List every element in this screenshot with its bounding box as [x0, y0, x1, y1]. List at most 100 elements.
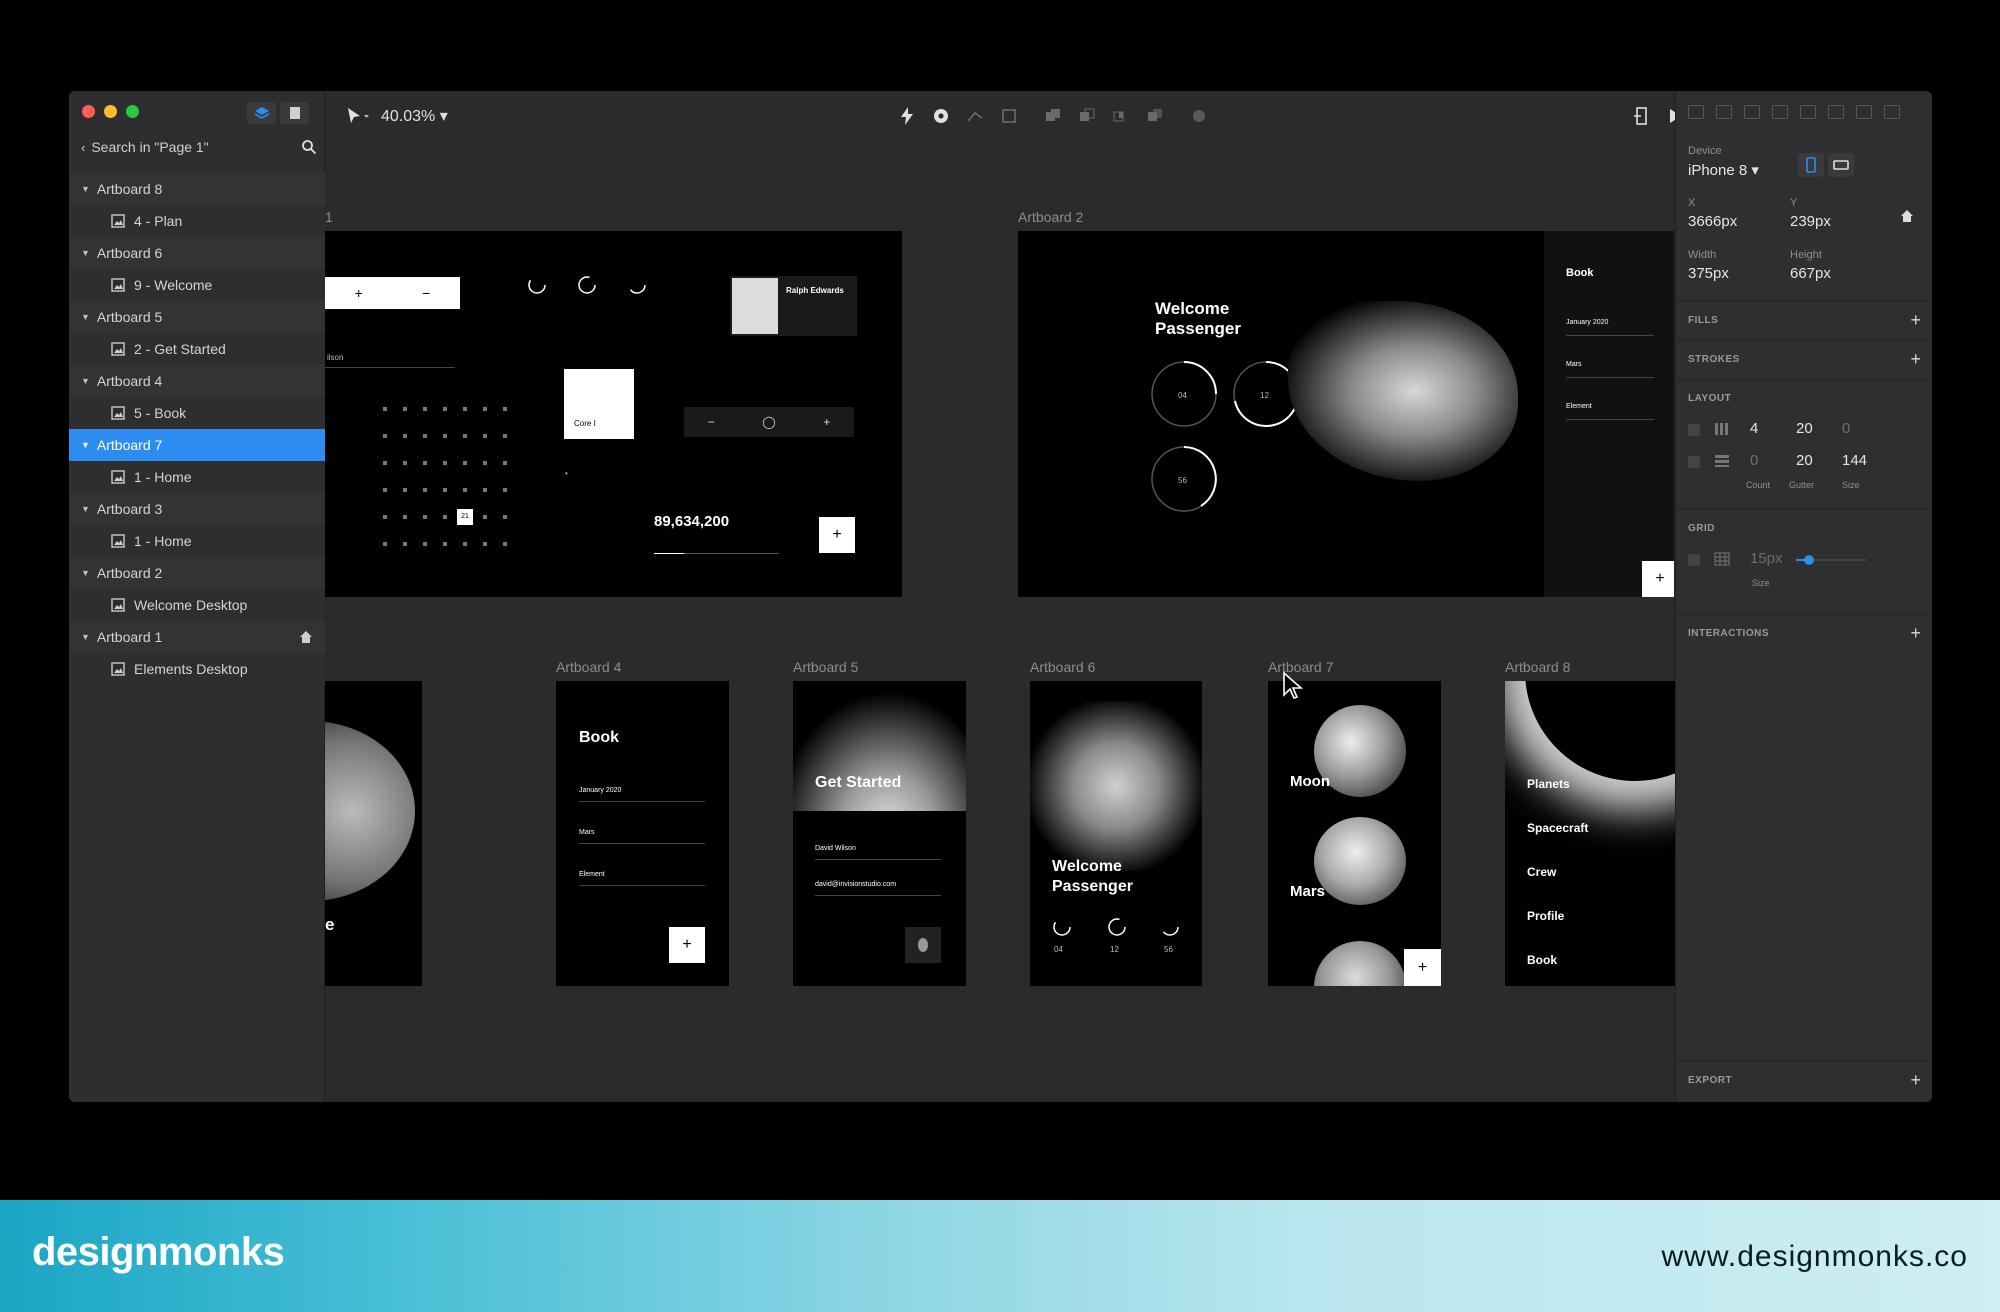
back-chevron-icon[interactable]: ‹ [81, 140, 85, 155]
home-artboard-icon[interactable] [1900, 209, 1914, 223]
add-stroke-button[interactable]: + [1910, 349, 1921, 370]
rows-checkbox[interactable] [1688, 456, 1700, 468]
distribute-vertical-icon[interactable] [1884, 105, 1900, 119]
artboard-2-label[interactable]: Artboard 2 [1018, 209, 1083, 225]
artboard-6-label[interactable]: Artboard 6 [1030, 659, 1095, 675]
boolean-intersect-button[interactable] [1111, 105, 1131, 127]
artboard-8-label[interactable]: Artboard 8 [1505, 659, 1570, 675]
add-interaction-button[interactable]: + [1910, 623, 1921, 644]
disclosure-triangle-icon[interactable]: ▼ [81, 568, 90, 578]
search-icon[interactable] [301, 139, 317, 155]
maximize-window-button[interactable] [126, 105, 139, 118]
bolt-tool-button[interactable] [897, 105, 917, 127]
calendar-day [443, 407, 447, 411]
disclosure-triangle-icon[interactable]: ▼ [81, 376, 90, 386]
component-tool-button[interactable] [931, 105, 951, 127]
rows-count[interactable]: 0 [1750, 452, 1758, 469]
rows-size[interactable]: 144 [1842, 452, 1867, 469]
card-element: Core I [564, 369, 634, 439]
minimize-window-button[interactable] [104, 105, 117, 118]
layer-child-7[interactable]: Welcome Desktop [69, 589, 325, 621]
artboard-5[interactable]: Get Started David Wilson david@invisions… [793, 681, 966, 986]
disclosure-triangle-icon[interactable]: ▼ [81, 184, 90, 194]
grid-size-field[interactable]: 15px [1750, 550, 1783, 567]
layer-group-4[interactable]: ▼ Artboard 4 [69, 365, 325, 397]
align-right-icon[interactable] [1744, 105, 1760, 119]
zoom-level-select[interactable]: 40.03% ▾ [381, 105, 448, 127]
artboard-4-label[interactable]: Artboard 4 [556, 659, 621, 675]
mask-button[interactable] [1189, 105, 1209, 127]
columns-gutter[interactable]: 20 [1796, 420, 1813, 437]
boolean-subtract-button[interactable] [1077, 105, 1097, 127]
artboard-4[interactable]: Book January 2020 Mars Element + [556, 681, 729, 986]
slider-thumb[interactable] [1804, 555, 1814, 565]
menu-item: Crew [1527, 865, 1557, 879]
layer-child-1[interactable]: 4 - Plan [69, 205, 325, 237]
width-field[interactable]: 375px [1688, 265, 1729, 282]
y-field[interactable]: 239px [1790, 213, 1831, 230]
columns-checkbox[interactable] [1688, 424, 1700, 436]
disclosure-triangle-icon[interactable]: ▼ [81, 632, 90, 642]
disclosure-triangle-icon[interactable]: ▼ [81, 440, 90, 450]
x-field[interactable]: 3666px [1688, 213, 1737, 230]
moon-image [325, 721, 415, 901]
landscape-button[interactable] [1828, 153, 1854, 177]
align-middle-icon[interactable] [1800, 105, 1816, 119]
portrait-button[interactable] [1798, 153, 1824, 177]
grid-checkbox[interactable] [1688, 554, 1700, 566]
spacecraft-image [793, 691, 966, 811]
device-select[interactable]: iPhone 8 ▾ [1688, 161, 1759, 179]
layer-group-8[interactable]: ▼ Artboard 1 [69, 621, 325, 653]
menu-item: Book [1527, 953, 1557, 967]
disclosure-triangle-icon[interactable]: ▼ [81, 312, 90, 322]
artboard-7[interactable]: Moon Mars + [1268, 681, 1441, 986]
disclosure-triangle-icon[interactable]: ▼ [81, 504, 90, 514]
layers-mode-button[interactable] [247, 102, 276, 124]
calendar-day [403, 407, 407, 411]
artboard-6[interactable]: Welcome Passenger 04 12 56 [1030, 681, 1202, 986]
columns-size[interactable]: 0 [1842, 420, 1850, 437]
layer-child-6[interactable]: 1 - Home [69, 525, 325, 557]
distribute-horizontal-icon[interactable] [1856, 105, 1872, 119]
height-field[interactable]: 667px [1790, 265, 1831, 282]
align-left-icon[interactable] [1688, 105, 1704, 119]
boolean-difference-button[interactable] [1145, 105, 1165, 127]
layer-child-4[interactable]: 5 - Book [69, 397, 325, 429]
add-export-button[interactable]: + [1910, 1070, 1921, 1091]
boolean-union-button[interactable] [1043, 105, 1063, 127]
artboard-8[interactable]: Planets Spacecraft Crew Profile Book [1505, 681, 1677, 986]
rows-gutter[interactable]: 20 [1796, 452, 1813, 469]
path-tool-button[interactable] [965, 105, 985, 127]
layer-group-3[interactable]: ▼ Artboard 5 [69, 301, 325, 333]
lightning-icon [901, 107, 913, 125]
layer-group-2[interactable]: ▼ Artboard 6 [69, 237, 325, 269]
layer-group-1[interactable]: ▼ Artboard 8 [69, 173, 325, 205]
design-canvas[interactable]: 1 + − ilson Ralph Edwards Core I − ◯ + 21 8… [325, 143, 1745, 1102]
layer-group-7[interactable]: ▼ Artboard 2 [69, 557, 325, 589]
align-top-icon[interactable] [1772, 105, 1788, 119]
artboard-3[interactable]: e [325, 681, 422, 986]
disclosure-triangle-icon[interactable]: ▼ [81, 248, 90, 258]
add-fill-button[interactable]: + [1910, 310, 1921, 331]
select-tool-button[interactable] [345, 105, 371, 127]
image-frame-icon [111, 598, 125, 612]
layer-child-2[interactable]: 9 - Welcome [69, 269, 325, 301]
layer-group-6[interactable]: ▼ Artboard 3 [69, 493, 325, 525]
layer-group-5[interactable]: ▼ Artboard 7 [69, 429, 325, 461]
layer-child-8[interactable]: Elements Desktop [69, 653, 325, 685]
artboard-2[interactable]: Welcome Passenger 04 12 56 Book January … [1018, 231, 1674, 597]
layer-child-5[interactable]: 1 - Home [69, 461, 325, 493]
align-bottom-icon[interactable] [1828, 105, 1844, 119]
close-window-button[interactable] [82, 105, 95, 118]
columns-count[interactable]: 4 [1750, 420, 1758, 437]
artboard-tool-button[interactable] [999, 105, 1019, 127]
device-preview-button[interactable] [1631, 105, 1651, 127]
grid-size-slider[interactable] [1796, 555, 1866, 565]
pages-mode-button[interactable] [280, 102, 309, 124]
layer-child-3[interactable]: 2 - Get Started [69, 333, 325, 365]
align-center-icon[interactable] [1716, 105, 1732, 119]
artboard-5-label[interactable]: Artboard 5 [793, 659, 858, 675]
layer-search[interactable]: ‹ Search in "Page 1" [81, 135, 317, 159]
artboard-1[interactable]: + − ilson Ralph Edwards Core I − ◯ + 21 89,… [325, 231, 902, 597]
artboard-1-label[interactable]: 1 [325, 209, 333, 225]
